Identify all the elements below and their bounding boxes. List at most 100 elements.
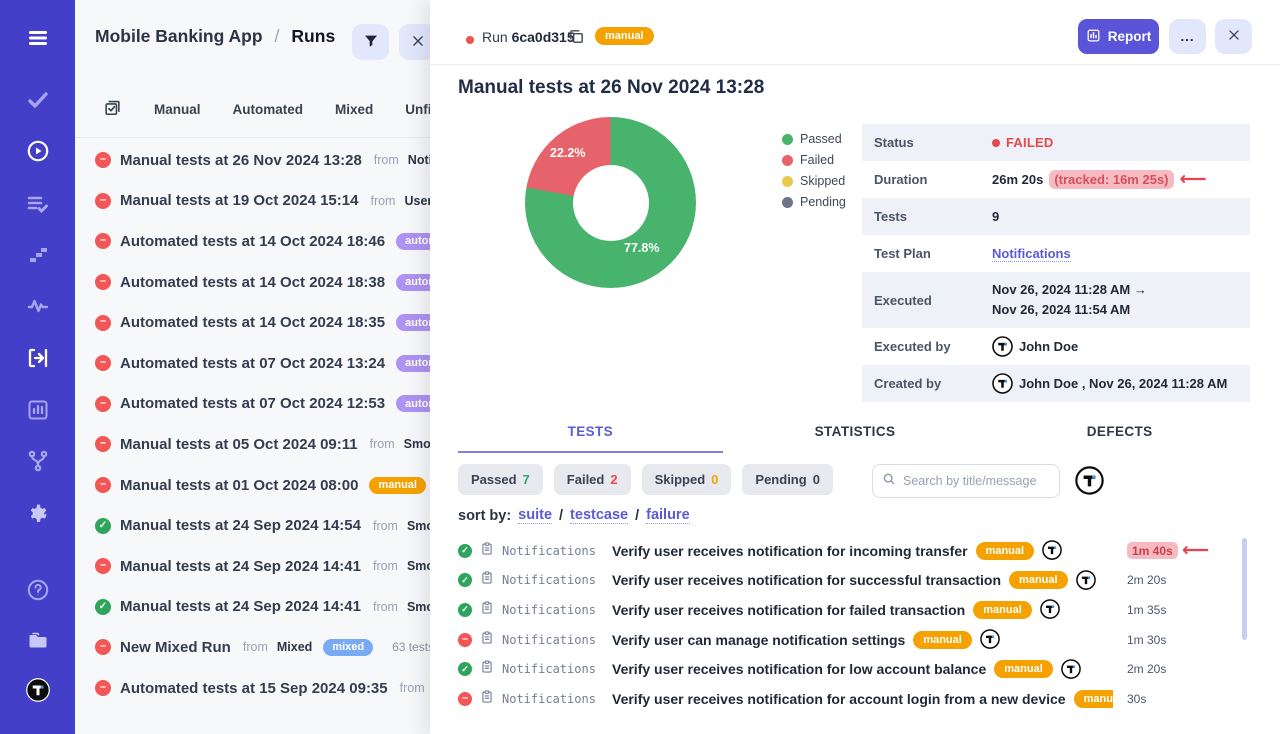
test-suite-name[interactable]: Notifications — [502, 633, 604, 647]
run-list-item[interactable]: New Mixed Run from Mixed mixed 63 tests — [75, 627, 430, 668]
test-row[interactable]: Notifications Verify user can manage not… — [430, 625, 1280, 655]
sort-by-testcase[interactable]: testcase — [570, 507, 628, 524]
hamburger-menu-icon[interactable] — [25, 25, 51, 51]
play-circle-icon[interactable] — [25, 138, 51, 164]
run-list-item[interactable]: Automated tests at 15 Sep 2024 09:35 fro… — [75, 668, 430, 709]
report-button[interactable]: Report — [1078, 19, 1159, 54]
branch-icon[interactable] — [25, 448, 51, 474]
test-row[interactable]: Notifications Verify user receives notif… — [430, 536, 1280, 566]
test-row[interactable]: Notifications Verify user receives notif… — [430, 654, 1280, 684]
report-chart-icon[interactable] — [25, 397, 51, 423]
run-list-item[interactable]: Manual tests at 01 Oct 2024 08:00 manual… — [75, 465, 430, 506]
run-list-item[interactable]: Manual tests at 26 Nov 2024 13:28 from N… — [75, 140, 430, 181]
run-source-plan: User Authentication — [404, 194, 430, 208]
run-list-item[interactable]: Automated tests at 14 Oct 2024 18:46 aut… — [75, 221, 430, 262]
test-suite-name[interactable]: Notifications — [502, 662, 604, 676]
test-title[interactable]: Verify user receives notification for ac… — [612, 691, 1066, 707]
test-suite-name[interactable]: Notifications — [502, 573, 604, 587]
status-filter-chip[interactable]: Failed 2 — [554, 464, 631, 495]
project-title[interactable]: Mobile Banking App — [95, 26, 263, 47]
search-input[interactable] — [903, 474, 1050, 488]
user-avatar — [1042, 540, 1062, 561]
sidebar — [0, 0, 75, 734]
run-title: Automated tests at 14 Oct 2024 18:46 — [120, 233, 385, 250]
select-runs-icon[interactable] — [103, 98, 122, 120]
test-suite-name[interactable]: Notifications — [502, 603, 604, 617]
user-avatar[interactable] — [22, 674, 54, 706]
run-list-item[interactable]: Manual tests at 05 Oct 2024 09:11 from S… — [75, 424, 430, 465]
run-from-label: from — [370, 437, 395, 451]
run-list-item[interactable]: Manual tests at 24 Sep 2024 14:41 from S… — [75, 587, 430, 628]
test-status-icon — [458, 573, 472, 587]
sort-by-suite[interactable]: suite — [518, 507, 552, 524]
filter-button[interactable] — [352, 24, 389, 60]
run-list-item[interactable]: Manual tests at 24 Sep 2024 14:41 from S… — [75, 546, 430, 587]
test-status-icon — [458, 544, 472, 558]
test-row[interactable]: Notifications Verify user receives notif… — [430, 595, 1280, 625]
assignee-avatar[interactable] — [1075, 466, 1104, 495]
list-check-icon[interactable] — [25, 191, 51, 217]
tab-unfinished[interactable]: Unfinished — [405, 102, 430, 117]
executed-from: Nov 26, 2024 11:28 AM → — [992, 282, 1147, 297]
tab-defects[interactable]: DEFECTS — [987, 424, 1252, 453]
run-status-icon — [95, 233, 111, 249]
tab-mixed[interactable]: Mixed — [335, 102, 373, 117]
test-title[interactable]: Verify user receives notification for in… — [612, 543, 968, 559]
test-row[interactable]: Notifications Verify user receives notif… — [430, 566, 1280, 596]
user-avatar — [1061, 659, 1081, 680]
run-list: Manual tests at 26 Nov 2024 13:28 from N… — [75, 140, 430, 708]
results-donut-chart: 22.2% 77.8% — [525, 117, 696, 288]
clear-filter-button[interactable] — [399, 24, 430, 60]
testcase-clipboard-icon — [480, 570, 494, 590]
test-row[interactable]: Notifications Verify user receives notif… — [430, 684, 1280, 714]
run-list-item[interactable]: Automated tests at 07 Oct 2024 12:53 aut… — [75, 384, 430, 425]
import-icon[interactable] — [25, 345, 51, 371]
run-title: Automated tests at 07 Oct 2024 13:24 — [120, 355, 385, 372]
files-icon[interactable] — [25, 627, 51, 653]
sort-by-failure[interactable]: failure — [646, 507, 690, 524]
chip-label: Pending — [755, 472, 806, 487]
test-plan-link[interactable]: Notifications — [992, 246, 1071, 262]
run-panel-header: Run 6ca0d315 manual Report ... — [430, 0, 1280, 65]
steps-icon[interactable] — [25, 242, 51, 268]
tab-manual[interactable]: Manual — [154, 102, 201, 117]
status-filter-chip[interactable]: Passed 7 — [458, 464, 543, 495]
test-title[interactable]: Verify user can manage notification sett… — [612, 632, 905, 648]
test-title[interactable]: Verify user receives notification for su… — [612, 572, 1001, 588]
tab-automated[interactable]: Automated — [233, 102, 304, 117]
copy-icon[interactable] — [568, 28, 585, 50]
tab-statistics[interactable]: STATISTICS — [723, 424, 988, 453]
run-type-badge: automated — [396, 233, 430, 250]
status-filter-chip[interactable]: Pending 0 — [742, 464, 833, 495]
run-list-item[interactable]: Automated tests at 07 Oct 2024 13:24 aut… — [75, 343, 430, 384]
run-from-label: from — [400, 681, 425, 695]
tab-tests[interactable]: TESTS — [458, 424, 723, 453]
run-list-item[interactable]: Manual tests at 19 Oct 2024 15:14 from U… — [75, 181, 430, 222]
more-actions-button[interactable]: ... — [1169, 19, 1206, 54]
help-icon[interactable] — [25, 577, 51, 603]
check-icon[interactable] — [25, 87, 51, 113]
run-title: Manual tests at 01 Oct 2024 08:00 — [120, 477, 358, 494]
info-row-executed-by: Executed by John Doe — [862, 328, 1250, 365]
chip-count: 0 — [813, 472, 820, 487]
test-suite-name[interactable]: Notifications — [502, 692, 604, 706]
run-id: 6ca0d315 — [512, 29, 575, 45]
run-list-item[interactable]: Automated tests at 14 Oct 2024 18:38 aut… — [75, 262, 430, 303]
gear-icon[interactable] — [25, 500, 51, 526]
run-list-item[interactable]: Manual tests at 24 Sep 2024 14:54 from S… — [75, 505, 430, 546]
test-title[interactable]: Verify user receives notification for lo… — [612, 661, 986, 677]
run-status-dot — [466, 36, 474, 44]
status-filter-chip[interactable]: Skipped 0 — [642, 464, 732, 495]
close-panel-button[interactable] — [1215, 19, 1252, 54]
run-type-badge: automated — [396, 274, 430, 291]
divider — [75, 137, 430, 138]
testcase-clipboard-icon — [480, 600, 494, 620]
scrollbar-thumb[interactable] — [1242, 538, 1247, 640]
run-list-item[interactable]: Automated tests at 14 Oct 2024 18:35 aut… — [75, 302, 430, 343]
chip-label: Failed — [567, 472, 605, 487]
run-title: New Mixed Run — [120, 639, 231, 656]
test-suite-name[interactable]: Notifications — [502, 544, 604, 558]
test-title[interactable]: Verify user receives notification for fa… — [612, 602, 965, 618]
activity-icon[interactable] — [25, 293, 51, 319]
run-title: Automated tests at 15 Sep 2024 09:35 — [120, 680, 388, 697]
